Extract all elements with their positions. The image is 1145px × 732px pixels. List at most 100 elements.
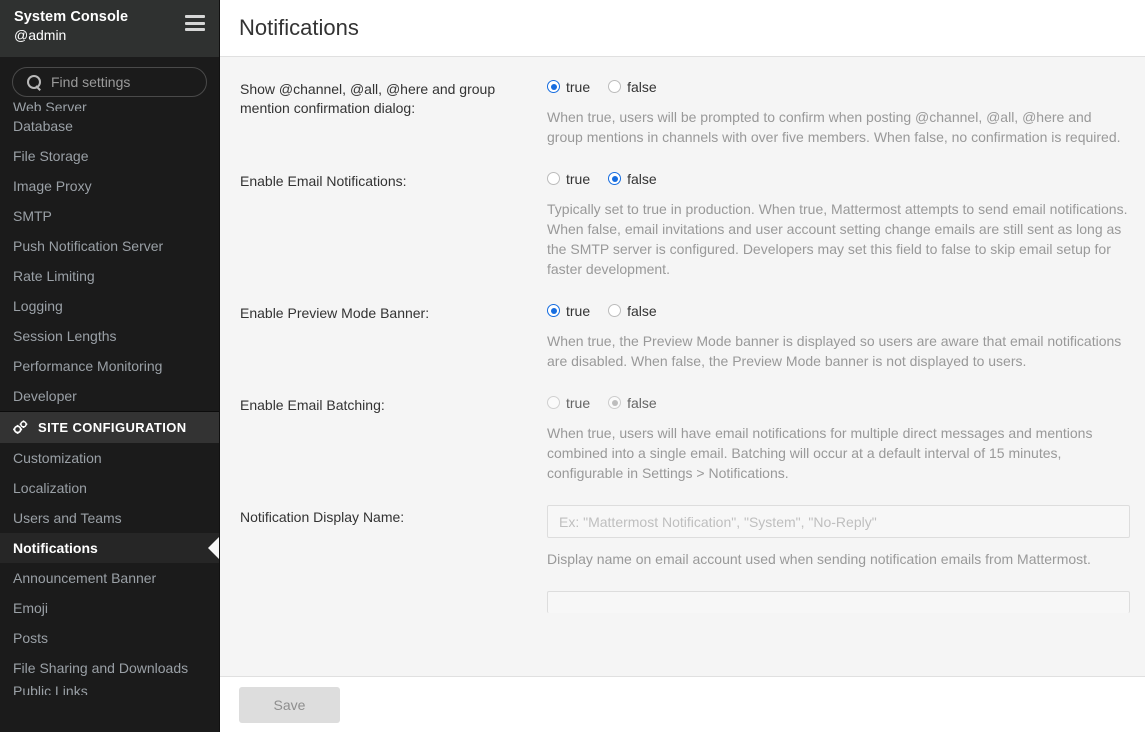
sidebar-item-logging[interactable]: Logging — [0, 291, 219, 321]
sidebar-item-label: Emoji — [13, 600, 49, 616]
sidebar-item-emoji[interactable]: Emoji — [0, 593, 219, 623]
sidebar-item-label: File Sharing and Downloads — [13, 660, 189, 676]
radio-show-mention-confirmation-true[interactable]: true — [547, 80, 590, 94]
active-item-pointer — [208, 537, 219, 559]
setting-label-enable-email-batching: Enable Email Batching: — [240, 397, 385, 413]
sidebar-scroll-region[interactable]: Web Server Database File Storage Image Prox… — [0, 99, 219, 732]
sidebar-item-performance-monitoring[interactable]: Performance Monitoring — [0, 351, 219, 381]
sidebar-item-image-proxy[interactable]: Image Proxy — [0, 171, 219, 201]
radio-label: true — [566, 394, 591, 411]
radio-enable-email-notifications-true[interactable]: true — [547, 172, 590, 186]
main-header: Notifications — [220, 0, 1145, 57]
radio-indicator — [547, 396, 560, 409]
setting-field-show-mention-confirmation: true false When true, users will be prompt… — [547, 77, 1130, 147]
setting-field-enable-email-notifications: true false Typically set to true in produc… — [547, 169, 1130, 279]
sidebar-item-smtp[interactable]: SMTP — [0, 201, 219, 231]
setting-label-notification-display-name: Notification Display Name: — [240, 509, 405, 525]
page-title: Notifications — [239, 15, 359, 40]
save-button[interactable]: Save — [239, 686, 340, 723]
sidebar-item-label: Announcement Banner — [13, 570, 157, 586]
radio-enable-email-notifications-false[interactable]: false — [608, 172, 657, 186]
sidebar-item-customization[interactable]: Customization — [0, 443, 219, 473]
radio-indicator — [547, 80, 560, 93]
sidebar-username: @admin — [14, 27, 67, 44]
radio-indicator — [608, 80, 622, 93]
sidebar-title: System Console — [14, 9, 129, 25]
radio-enable-preview-mode-banner-true[interactable]: true — [547, 304, 590, 318]
setting-row-show-mention-confirmation: Show @channel, @all, @here and group men… — [220, 77, 1145, 147]
sidebar-item-label: SMTP — [13, 208, 52, 224]
sidebar-item-announcement-banner[interactable]: Announcement Banner — [0, 563, 219, 593]
save-bar: Save — [220, 676, 1145, 732]
sidebar-item-label: Logging — [13, 298, 63, 314]
setting-label-enable-preview-mode-banner: Enable Preview Mode Banner: — [240, 305, 430, 321]
radio-indicator — [608, 172, 622, 185]
sidebar-item-web-server[interactable]: Web Server — [0, 99, 219, 111]
radio-group-enable-preview-mode-banner: true false — [547, 301, 1130, 320]
sidebar: System Console @admin Web Server Database… — [0, 0, 220, 732]
setting-field-enable-preview-mode-banner: true false When true, the Preview Mode ban… — [547, 301, 1130, 371]
search-input[interactable] — [51, 74, 196, 90]
input-next-partial[interactable] — [547, 591, 1130, 613]
sidebar-item-label: Notifications — [13, 540, 98, 556]
sidebar-section-site-configuration[interactable]: SITE CONFIGURATION — [0, 411, 219, 443]
radio-label: true — [566, 78, 591, 95]
sidebar-item-label: Push Notification Server — [13, 238, 164, 254]
radio-group-enable-email-notifications: true false — [547, 169, 1130, 188]
sidebar-item-label: Users and Teams — [13, 510, 122, 526]
radio-enable-preview-mode-banner-false[interactable]: false — [608, 304, 657, 318]
radio-enable-email-batching-false: false — [608, 396, 657, 410]
sidebar-item-session-lengths[interactable]: Session Lengths — [0, 321, 219, 351]
sidebar-item-public-links[interactable]: Public Links — [0, 683, 219, 695]
radio-label: true — [566, 302, 591, 319]
sidebar-item-developer[interactable]: Developer — [0, 381, 219, 411]
main-panel: Notifications Show @channel, @all, @here… — [220, 0, 1145, 732]
setting-label-enable-email-notifications: Enable Email Notifications: — [240, 173, 407, 189]
sidebar-nav-top: Web Server Database File Storage Image Prox… — [0, 99, 219, 411]
sidebar-item-posts[interactable]: Posts — [0, 623, 219, 653]
radio-indicator — [608, 304, 622, 317]
radio-indicator — [547, 304, 560, 317]
radio-show-mention-confirmation-false[interactable]: false — [608, 80, 657, 94]
sidebar-item-label: Developer — [13, 388, 77, 404]
sidebar-item-localization[interactable]: Localization — [0, 473, 219, 503]
setting-help-enable-email-batching: When true, users will have email notific… — [547, 425, 1093, 481]
radio-indicator — [547, 172, 560, 185]
sidebar-search-wrap — [0, 57, 219, 105]
sidebar-header: System Console @admin — [0, 0, 219, 57]
sidebar-item-users-and-teams[interactable]: Users and Teams — [0, 503, 219, 533]
setting-label-show-mention-confirmation: Show @channel, @all, @here and group men… — [240, 81, 496, 116]
radio-group-show-mention-confirmation: true false — [547, 77, 1130, 96]
sidebar-item-notifications[interactable]: Notifications — [0, 533, 219, 563]
setting-help-show-mention-confirmation: When true, users will be prompted to con… — [547, 109, 1121, 145]
settings-content[interactable]: Show @channel, @all, @here and group men… — [220, 57, 1145, 676]
sidebar-item-label: Customization — [13, 450, 102, 466]
sidebar-brand: System Console @admin — [14, 6, 128, 45]
search-box[interactable] — [12, 67, 207, 97]
setting-label-next-partial — [240, 591, 547, 613]
radio-label: false — [627, 394, 657, 411]
radio-enable-email-batching-true: true — [547, 396, 590, 410]
sidebar-item-file-storage[interactable]: File Storage — [0, 141, 219, 171]
sidebar-item-label: File Storage — [13, 148, 89, 164]
sidebar-item-label: Rate Limiting — [13, 268, 95, 284]
setting-field-notification-display-name: Display name on email account used when … — [547, 505, 1130, 569]
sidebar-item-database[interactable]: Database — [0, 111, 219, 141]
setting-row-enable-email-batching: Enable Email Batching: true false When true… — [220, 393, 1145, 483]
hamburger-icon[interactable] — [185, 15, 205, 31]
sidebar-item-label: Localization — [13, 480, 87, 496]
sidebar-item-label: Session Lengths — [13, 328, 117, 344]
radio-label: false — [627, 170, 657, 187]
setting-row-notification-display-name: Notification Display Name: Display name o… — [220, 505, 1145, 569]
sidebar-item-label: Public Links — [13, 683, 88, 695]
sidebar-item-push-notification-server[interactable]: Push Notification Server — [0, 231, 219, 261]
setting-help-enable-email-notifications: Typically set to true in production. Whe… — [547, 201, 1128, 277]
setting-help-enable-preview-mode-banner: When true, the Preview Mode banner is di… — [547, 333, 1122, 369]
sidebar-item-file-sharing-and-downloads[interactable]: File Sharing and Downloads — [0, 653, 219, 683]
sidebar-item-label: Database — [13, 118, 73, 134]
sidebar-section-label: SITE CONFIGURATION — [38, 420, 187, 435]
setting-row-enable-email-notifications: Enable Email Notifications: true false Typi… — [220, 169, 1145, 279]
input-notification-display-name[interactable] — [547, 505, 1130, 538]
search-icon — [27, 75, 41, 89]
sidebar-item-rate-limiting[interactable]: Rate Limiting — [0, 261, 219, 291]
